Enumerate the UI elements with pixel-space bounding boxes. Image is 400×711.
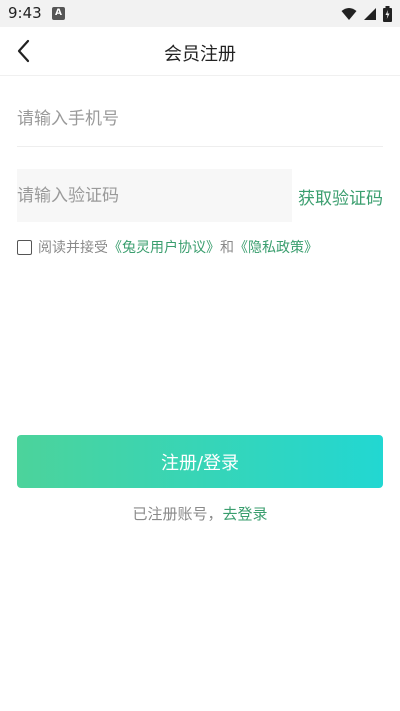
login-prompt: 已注册账号， <box>132 505 223 523</box>
page-title: 会员注册 <box>164 44 236 65</box>
app-bar: 会员注册 <box>0 27 400 76</box>
battery-icon <box>383 6 392 22</box>
agreement-checkbox[interactable] <box>17 239 32 255</box>
status-icons <box>341 5 392 23</box>
user-agreement-link[interactable]: 《兔灵用户协议》 <box>108 237 220 257</box>
phone-input[interactable] <box>17 94 383 144</box>
status-time: 9:43 <box>8 4 42 22</box>
privacy-policy-link[interactable]: 《隐私政策》 <box>234 237 318 257</box>
verification-code-input[interactable] <box>17 169 292 222</box>
status-bar: 9:43 A <box>0 0 400 27</box>
register-login-button[interactable]: 注册/登录 <box>17 435 383 488</box>
code-field-row: 获取验证码 <box>17 169 383 222</box>
agreement-row: 阅读并接受 《兔灵用户协议》 和 《隐私政策》 <box>17 237 318 257</box>
wifi-icon <box>341 8 357 20</box>
notification-badge-icon: A <box>52 7 65 20</box>
agreement-prefix: 阅读并接受 <box>38 240 108 256</box>
get-code-button[interactable]: 获取验证码 <box>298 184 383 209</box>
signal-icon <box>364 8 376 20</box>
phone-field-row <box>17 94 383 147</box>
login-row: 已注册账号，去登录 <box>0 503 400 524</box>
go-login-link[interactable]: 去登录 <box>223 505 268 523</box>
agreement-conjunction: 和 <box>220 240 234 256</box>
